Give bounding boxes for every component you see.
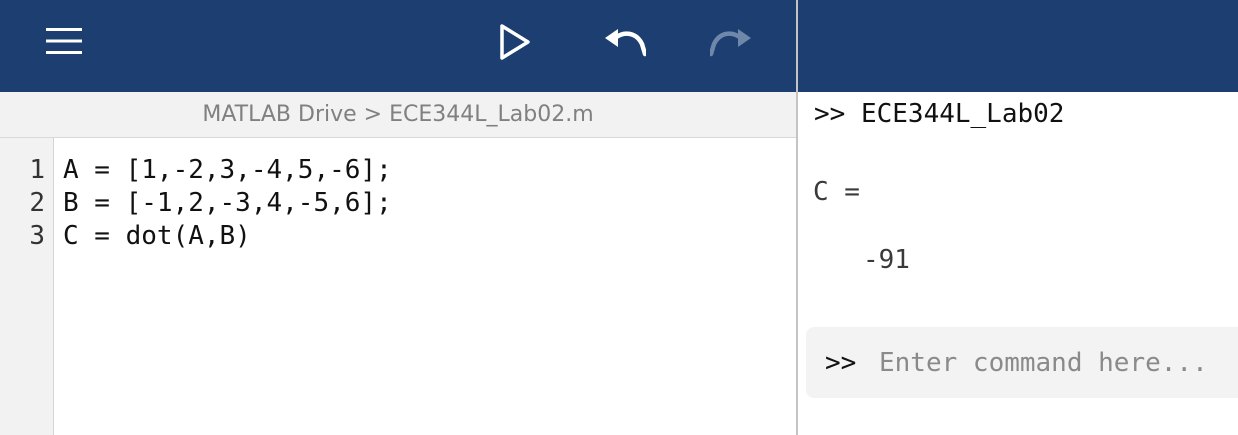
- code-line[interactable]: B = [-1,2,-3,4,-5,6];: [63, 187, 392, 220]
- undo-button[interactable]: [598, 22, 650, 62]
- redo-icon: [710, 29, 751, 57]
- code-line[interactable]: C = dot(A,B): [63, 220, 251, 253]
- redo-button[interactable]: [706, 22, 758, 62]
- output-value: -91: [863, 245, 910, 275]
- line-number: 3: [29, 221, 45, 251]
- breadcrumb[interactable]: MATLAB Drive > ECE344L_Lab02.m: [202, 102, 593, 127]
- menu-button[interactable]: [40, 21, 88, 61]
- breadcrumb-bar: MATLAB Drive > ECE344L_Lab02.m: [0, 92, 796, 138]
- output-variable: C =: [813, 177, 860, 207]
- line-number-gutter: 1 2 3: [0, 138, 54, 435]
- toolbar: [0, 0, 1238, 92]
- hamburger-menu-icon: [46, 28, 82, 54]
- run-button[interactable]: [490, 18, 540, 66]
- line-number: 2: [29, 188, 45, 218]
- code-line[interactable]: A = [1,-2,3,-4,5,-6];: [63, 154, 392, 187]
- command-window: >> ECE344L_Lab02 C = -91 >>: [798, 92, 1238, 435]
- command-echo: >> ECE344L_Lab02: [814, 99, 1065, 129]
- line-number: 1: [29, 155, 45, 185]
- undo-icon: [605, 29, 646, 57]
- code-editor[interactable]: 1 2 3 A = [1,-2,3,-4,5,-6]; B = [-1,2,-3…: [0, 138, 796, 435]
- run-icon: [500, 24, 530, 60]
- command-input-box: >>: [806, 327, 1238, 398]
- command-input[interactable]: [879, 343, 1238, 383]
- command-prompt: >>: [825, 348, 857, 378]
